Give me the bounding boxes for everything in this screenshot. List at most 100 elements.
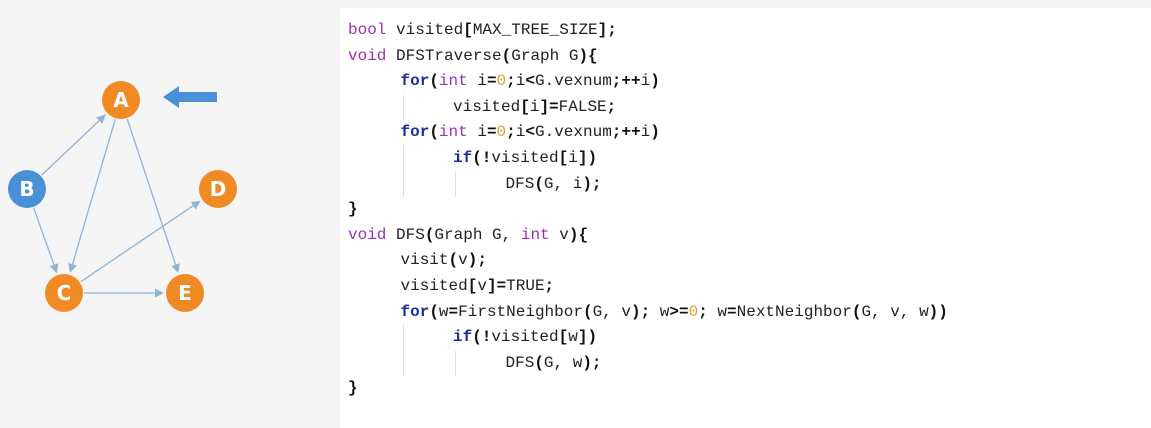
code-token: G, v, w [861, 302, 929, 321]
code-token: [ [467, 276, 478, 295]
code-token: i [515, 123, 526, 142]
code-panel: bool visited[MAX_TREE_SIZE]; void DFSTrav… [340, 8, 1151, 428]
code-token: DFS [505, 353, 535, 372]
code-line: DFS(G, w); [348, 350, 948, 377]
code-token: ( [501, 46, 512, 65]
code-token: ){ [578, 46, 598, 65]
graph-canvas: A B C D E [8, 81, 237, 312]
code-token: ; [506, 123, 516, 142]
code-token: ){ [568, 225, 589, 244]
edge-B-A [41, 114, 106, 176]
code-line: DFS(G, i); [348, 171, 948, 198]
code-line: for(int i=0;i<G.vexnum;++i) [348, 69, 948, 95]
code-token: void [348, 225, 387, 244]
code-line: } [348, 376, 948, 402]
code-token: G, v [592, 302, 631, 321]
code-token: = [727, 302, 737, 321]
code-token: i [467, 72, 487, 91]
code-token: (! [472, 148, 492, 167]
code-token: ( [429, 72, 439, 91]
indent-guide [402, 94, 404, 121]
node-label-A: A [113, 88, 129, 112]
graph-diagram: A B C D E [0, 0, 340, 428]
code-token: bool [348, 21, 387, 39]
code-token: ( [582, 302, 593, 321]
node-E: E [166, 274, 204, 312]
code-token: G, i [543, 174, 583, 193]
code-token: visited [491, 148, 559, 167]
code-line: bool visited[MAX_TREE_SIZE]; [348, 18, 948, 44]
code-token: ( [534, 174, 544, 193]
code-token: for [400, 72, 430, 91]
code-token: FirstNeighbor [458, 302, 583, 321]
code-line: } [348, 197, 948, 223]
code-token: visited [453, 97, 521, 116]
code-token: G, w [543, 353, 583, 372]
node-label-E: E [178, 281, 192, 305]
code-token: ( [424, 225, 435, 244]
code-token: )) [928, 302, 948, 321]
code-token: DFS [505, 174, 535, 193]
code-line: if(!visited[i]) [348, 145, 948, 172]
code-token: [ [463, 21, 473, 39]
code-token: 0 [496, 72, 507, 91]
indent-guide [455, 171, 456, 198]
code-token: MAX_TREE_SIZE [472, 21, 598, 39]
code-token: i [568, 148, 578, 167]
code-token: i [529, 97, 540, 116]
code-token: ); [630, 302, 651, 321]
code-token: DFSTraverse [386, 46, 502, 65]
code-line: visited[v]=TRUE; [348, 274, 948, 300]
code-token: 0 [496, 123, 507, 142]
code-block: bool visited[MAX_TREE_SIZE]; void DFSTrav… [348, 18, 948, 402]
node-label-B: B [19, 177, 34, 201]
code-token: w [650, 302, 670, 321]
code-token: NextNeighbor [736, 302, 852, 321]
code-token: v [458, 251, 468, 270]
code-token: for [400, 123, 430, 142]
indent-guide [402, 350, 404, 377]
code-token: ]= [539, 97, 559, 116]
node-label-C: C [57, 281, 72, 305]
code-token: ) [650, 123, 660, 142]
code-token: i [640, 123, 651, 142]
code-token: visited [491, 328, 559, 347]
indent-guide [402, 325, 404, 351]
code-token: visited [386, 21, 464, 39]
edge-B-C [33, 207, 59, 274]
code-token: v [477, 276, 487, 295]
code-token: DFS [386, 225, 425, 244]
code-token: ;++ [611, 72, 641, 91]
code-line: void DFSTraverse(Graph G){ [348, 44, 948, 70]
code-token: [ [520, 97, 530, 116]
code-line: if(!visited[w]) [348, 325, 948, 351]
code-token: i [467, 123, 487, 142]
code-token: = [486, 72, 497, 91]
code-token: = [448, 302, 459, 321]
code-token: void [348, 46, 387, 65]
code-token: Graph G, [434, 225, 521, 244]
code-token: ]) [577, 328, 598, 347]
code-token: int [438, 72, 468, 91]
node-A: A [102, 81, 140, 119]
code-line: for(w=FirstNeighbor(G, v); w>=0; w=NextN… [348, 300, 948, 326]
code-token: w [568, 328, 578, 347]
code-token: ; [506, 72, 516, 91]
code-token: TRUE [506, 276, 545, 295]
code-token: w [438, 302, 449, 321]
edge-C-D [80, 200, 201, 283]
code-token: ( [851, 302, 862, 321]
code-token: w [707, 302, 728, 321]
code-token: ); [582, 353, 602, 372]
code-token: } [348, 200, 358, 219]
code-token: ]) [577, 148, 598, 167]
code-token: >= [669, 302, 689, 321]
code-token: ( [448, 251, 459, 270]
code-token: i [515, 72, 526, 91]
node-B: B [8, 170, 46, 208]
left-arrow-icon [163, 86, 217, 108]
code-token: 0 [688, 302, 699, 321]
code-token: G.vexnum [534, 123, 612, 142]
node-D: D [199, 170, 237, 208]
code-token: < [525, 72, 535, 91]
